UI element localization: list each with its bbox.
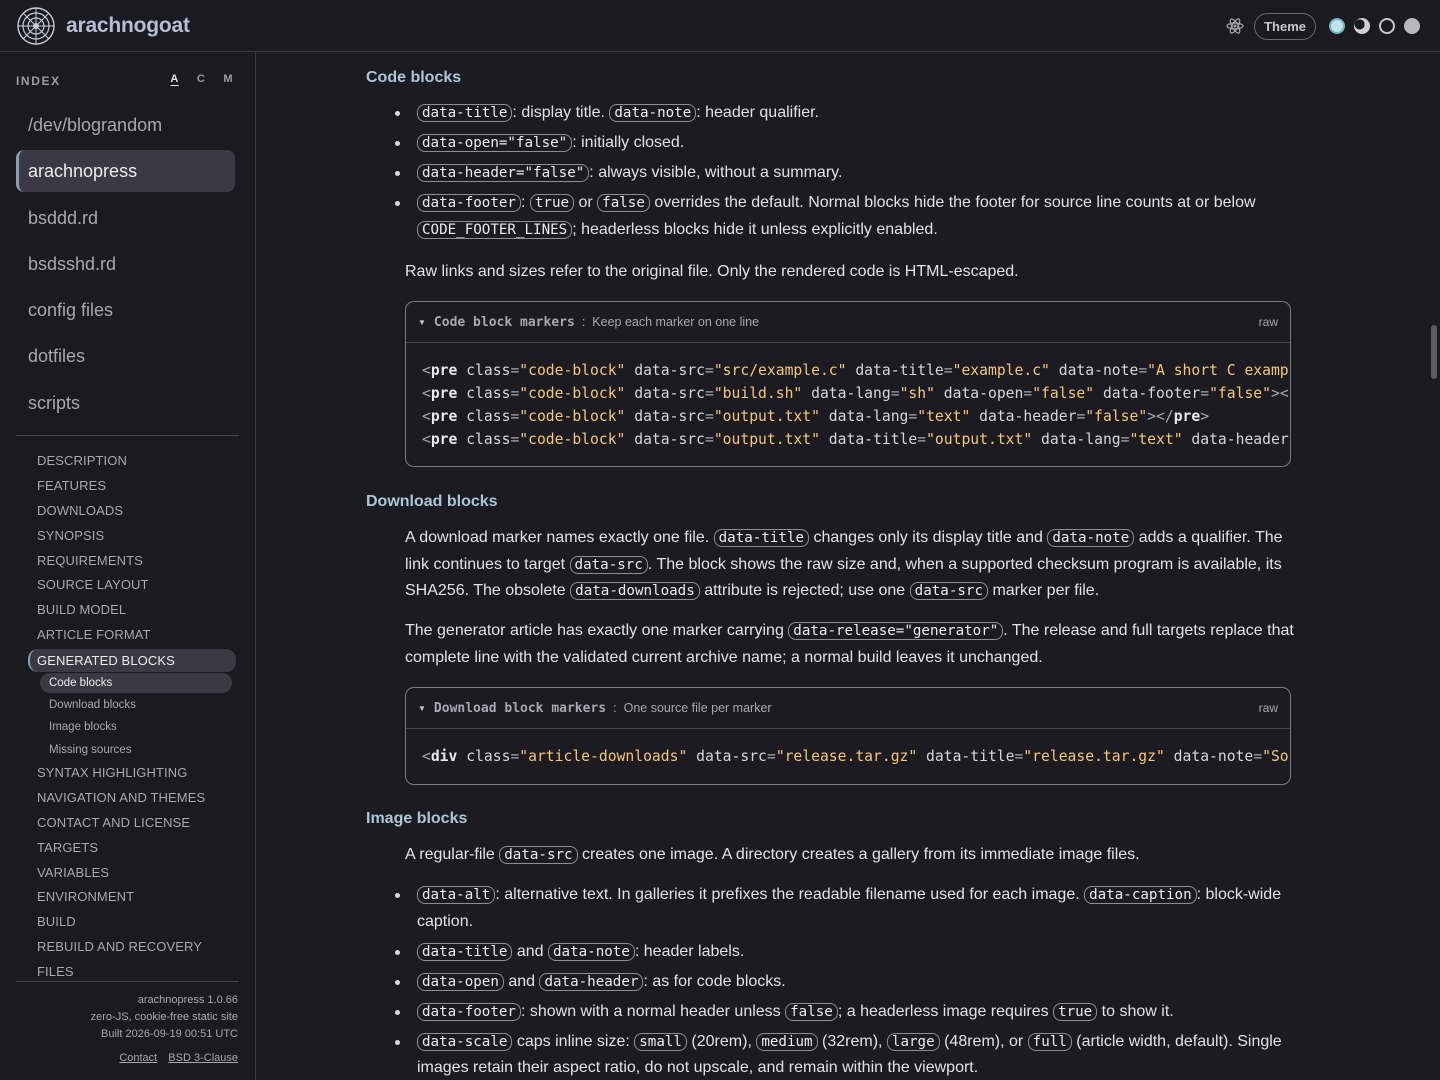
repo-item-active[interactable]: arachnopress [16, 150, 235, 193]
version-text: arachnopress 1.0.66 [137, 994, 238, 1006]
list-item: data-open="false": initially closed. [395, 130, 1295, 157]
scrollbar-thumb[interactable] [1431, 325, 1437, 379]
toc-item[interactable]: BUILD [28, 910, 236, 935]
table-of-contents: DESCRIPTION FEATURES DOWNLOADS SYNOPSIS … [28, 449, 236, 981]
paragraph: A download marker names exactly one file… [405, 529, 1283, 600]
top-bar: arachnogoat Theme [0, 0, 1440, 52]
list-item: data-open and data-header: as for code b… [395, 969, 1295, 996]
toc-item[interactable]: ENVIRONMENT [28, 885, 236, 910]
toc-item-active[interactable]: GENERATED BLOCKS [28, 649, 236, 673]
list-item: data-title and data-note: header labels. [395, 939, 1295, 966]
list-item: data-title: display title. data-note: he… [395, 100, 1295, 127]
toc-item[interactable]: TARGETS [28, 836, 236, 861]
code-line: <pre class="code-block" data-src="src/ex… [422, 362, 1289, 379]
code-line: <pre class="code-block" data-src="output… [422, 408, 1210, 425]
theme-controls: Theme [1226, 12, 1420, 40]
toc-item[interactable]: ARTICLE FORMAT [28, 623, 236, 648]
divider [16, 435, 239, 436]
toc-item[interactable]: DOWNLOADS [28, 499, 236, 524]
sort-alpha-link[interactable]: A [170, 73, 178, 85]
license-link[interactable]: BSD 3-Clause [168, 1052, 238, 1064]
contact-link[interactable]: Contact [119, 1052, 157, 1064]
list-item: data-footer: shown with a normal header … [395, 999, 1295, 1026]
brand-name[interactable]: arachnogoat [66, 14, 190, 38]
repo-item[interactable]: /dev/blograndom [16, 104, 235, 146]
code-line: <pre class="code-block" data-src="build.… [422, 385, 1289, 402]
toc-item[interactable]: SYNTAX HIGHLIGHTING [28, 761, 236, 786]
divider [16, 981, 239, 982]
paragraph: A regular-file data-src creates one imag… [405, 846, 1140, 864]
toc-item[interactable]: NAVIGATION AND THEMES [28, 786, 236, 811]
list-item: data-footer: true or false overrides the… [395, 190, 1295, 243]
code-line: <pre class="code-block" data-src="output… [422, 431, 1289, 448]
sort-modified-link[interactable]: M [223, 73, 233, 85]
toc-item[interactable]: FILES [28, 960, 236, 981]
code-block: ▼ Download block markers : One source fi… [405, 687, 1291, 785]
image-blocks-list: data-alt: alternative text. In galleries… [395, 882, 1295, 1080]
toc-item[interactable]: SYNOPSIS [28, 524, 236, 549]
sort-created-link[interactable]: C [197, 73, 205, 85]
index-heading: INDEX [16, 74, 61, 88]
sidebar: INDEX A C M /dev/blograndom arachnopress… [0, 52, 256, 1080]
code-block-note: Keep each marker on one line [592, 315, 760, 329]
code-blocks-list: data-title: display title. data-note: he… [395, 100, 1295, 247]
list-item: data-header="false": always visible, wit… [395, 160, 1295, 187]
theme-dot-outline-icon[interactable] [1379, 18, 1395, 34]
toc-subitem[interactable]: Image blocks [28, 716, 236, 738]
code-block-title: Code block markers [433, 314, 575, 330]
toc-item[interactable]: SOURCE LAYOUT [28, 573, 236, 598]
section-heading-code-blocks: Code blocks [366, 69, 462, 86]
sort-links: A C M [152, 73, 233, 85]
tagline-text: zero-JS, cookie-free static site [90, 1011, 238, 1023]
code-block-note: One source file per marker [623, 701, 772, 715]
toc-item[interactable]: VARIABLES [28, 861, 236, 886]
code-line: <div class="article-downloads" data-src=… [422, 748, 1289, 765]
code-block-header[interactable]: ▼ Download block markers : One source fi… [406, 688, 1290, 729]
repo-item[interactable]: scripts [16, 382, 235, 424]
logo-icon[interactable] [16, 6, 56, 46]
toc-subitem[interactable]: Missing sources [28, 739, 236, 761]
article-content: Code blocks data-title: display title. d… [257, 52, 1440, 1080]
theme-button[interactable]: Theme [1254, 12, 1316, 40]
repo-item[interactable]: dotfiles [16, 335, 235, 377]
code-body: <div class="article-downloads" data-src=… [406, 729, 1290, 768]
toc-subitem-active[interactable]: Code blocks [40, 673, 232, 694]
paragraph: Raw links and sizes refer to the origina… [405, 263, 1019, 280]
code-block-header[interactable]: ▼ Code block markers : Keep each marker … [406, 302, 1290, 343]
code-body: <pre class="code-block" data-src="src/ex… [406, 343, 1290, 451]
repo-list: /dev/blograndom arachnopress bsddd.rd bs… [16, 104, 235, 428]
list-item: data-scale caps inline size: small (20re… [395, 1029, 1295, 1080]
toc-subitem[interactable]: Download blocks [28, 694, 236, 716]
paragraph: The generator article has exactly one ma… [405, 622, 1294, 666]
toc-item[interactable]: FEATURES [28, 474, 236, 499]
raw-link[interactable]: raw [1259, 315, 1278, 329]
repo-item[interactable]: bsddd.rd [16, 197, 235, 239]
code-block-title: Download block markers [433, 700, 607, 716]
footer-links: Contact BSD 3-Clause [91, 1050, 238, 1067]
build-time-text: Built 2026-09-19 00:51 UTC [101, 1028, 238, 1040]
toc-item[interactable]: REQUIREMENTS [28, 549, 236, 574]
atom-icon[interactable] [1226, 17, 1244, 35]
disclosure-triangle-icon[interactable]: ▼ [418, 704, 426, 713]
theme-dot-light-icon[interactable] [1329, 18, 1345, 34]
sidebar-footer: arachnopress 1.0.66 zero-JS, cookie-free… [91, 992, 238, 1067]
toc-item[interactable]: BUILD MODEL [28, 598, 236, 623]
code-block: ▼ Code block markers : Keep each marker … [405, 301, 1291, 467]
section-heading-download-blocks: Download blocks [366, 493, 498, 510]
disclosure-triangle-icon[interactable]: ▼ [418, 318, 426, 327]
list-item: data-alt: alternative text. In galleries… [395, 882, 1295, 935]
toc-item[interactable]: CONTACT AND LICENSE [28, 811, 236, 836]
theme-dot-dark-icon[interactable] [1404, 18, 1420, 34]
toc-item[interactable]: REBUILD AND RECOVERY [28, 935, 236, 960]
raw-link[interactable]: raw [1259, 701, 1278, 715]
theme-dot-contrast-icon[interactable] [1354, 18, 1370, 34]
section-heading-image-blocks: Image blocks [366, 810, 468, 827]
repo-item[interactable]: bsdsshd.rd [16, 243, 235, 285]
repo-item[interactable]: config files [16, 289, 235, 331]
toc-item[interactable]: DESCRIPTION [28, 449, 236, 474]
